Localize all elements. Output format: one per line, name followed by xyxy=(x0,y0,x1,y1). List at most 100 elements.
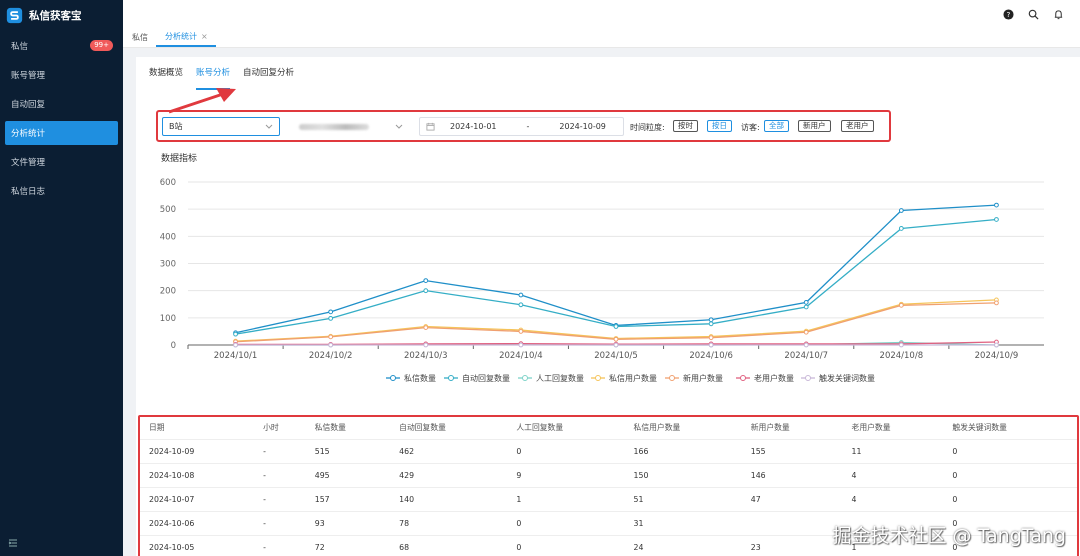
date-range-picker[interactable]: 2024-10-01 - 2024-10-09 xyxy=(419,117,624,136)
sidebar-item-label: 私信 xyxy=(11,42,29,52)
brand: 私信获客宝 xyxy=(0,0,123,30)
help-icon[interactable]: ? xyxy=(1003,9,1014,20)
table-cell: 11 xyxy=(842,439,944,464)
sidebar-item-message-log[interactable]: 私信日志 xyxy=(5,179,118,203)
table-row: 2024-10-09-515 462 0 166 155 11 0 xyxy=(140,439,1077,464)
column-header[interactable]: 人工回复数量 xyxy=(507,417,625,440)
table-cell: 495 xyxy=(305,463,391,488)
x-tick-label: 2024/10/4 xyxy=(499,351,543,361)
data-point xyxy=(613,342,619,348)
series-line xyxy=(235,204,997,334)
column-header[interactable]: 新用户数量 xyxy=(741,417,843,440)
visitor-all-button[interactable]: 全部 xyxy=(764,120,789,132)
x-tick-label: 2024/10/1 xyxy=(214,351,258,361)
table-header-row: 日期 小时 私信数量 自动回复数量 人工回复数量 私信用户数量 新用户数量 老用户数量 触发关键… xyxy=(140,417,1077,440)
sidebar-item-auto-reply[interactable]: 自动回复 xyxy=(5,92,118,116)
data-point xyxy=(518,329,524,334)
sidebar-item-files[interactable]: 文件管理 xyxy=(5,150,118,174)
sidebar-item-label: 账号管理 xyxy=(11,71,46,81)
data-point xyxy=(708,335,714,341)
chevron-down-icon xyxy=(265,124,273,129)
data-point xyxy=(898,208,904,213)
sidebar-item-messages[interactable]: 私信 99+ xyxy=(5,34,118,58)
data-point xyxy=(613,336,619,342)
legend-label: 老用户数量 xyxy=(754,373,794,383)
column-header[interactable]: 私信用户数量 xyxy=(624,417,742,440)
table-cell: 515 xyxy=(305,439,391,464)
data-point xyxy=(423,278,429,284)
svg-text:?: ? xyxy=(1007,10,1011,19)
topbar: ? xyxy=(123,0,1080,30)
data-point xyxy=(518,302,524,308)
y-tick-label: 600 xyxy=(160,178,176,188)
data-point xyxy=(994,202,999,208)
column-header[interactable]: 自动回复数量 xyxy=(390,417,508,440)
analytics-card: 数据概览 账号分析 自动回复分析 B站 2024-10-01 - 2024-10… xyxy=(136,57,1080,556)
account-value-blurred xyxy=(299,123,369,130)
data-point xyxy=(328,334,334,340)
account-select[interactable] xyxy=(292,117,410,136)
legend-label: 触发关键词数量 xyxy=(819,373,875,383)
data-point xyxy=(328,342,334,348)
data-point xyxy=(233,331,238,337)
date-start[interactable]: 2024-10-01 xyxy=(450,122,497,131)
table-cell: 0 xyxy=(507,439,625,464)
table-row: 2024-10-07-157 140 1 51 47 4 0 xyxy=(140,487,1077,512)
search-icon[interactable] xyxy=(1028,9,1039,20)
table-cell: 2024-10-05 xyxy=(140,535,255,556)
table-cell: 72 xyxy=(305,535,391,556)
legend-label: 新用户数量 xyxy=(683,373,723,383)
data-point xyxy=(423,325,429,331)
column-header[interactable]: 小时 xyxy=(254,417,306,440)
table-cell: - xyxy=(254,463,306,488)
date-end[interactable]: 2024-10-09 xyxy=(559,122,606,131)
page-tab-private-message[interactable]: 私信 xyxy=(123,32,156,47)
platform-select[interactable]: B站 xyxy=(162,117,280,136)
table-cell: 78 xyxy=(390,511,508,536)
granularity-hour-button[interactable]: 按时 xyxy=(673,120,698,132)
y-tick-label: 500 xyxy=(160,205,176,215)
page-tab-analytics[interactable]: 分析统计 × xyxy=(156,31,216,47)
bell-icon[interactable] xyxy=(1053,9,1064,20)
sidebar-item-label: 文件管理 xyxy=(11,158,46,168)
data-point xyxy=(898,226,904,231)
x-tick-label: 2024/10/3 xyxy=(404,351,448,361)
x-tick-label: 2024/10/7 xyxy=(784,351,828,361)
column-header[interactable]: 私信数量 xyxy=(305,417,391,440)
data-point xyxy=(803,299,809,305)
column-header[interactable]: 触发关键词数量 xyxy=(943,417,1077,440)
line-chart-svg: 0 100 200 300 400 500 600 2024/10/1 2024/10/2 202… xyxy=(160,178,1044,383)
close-icon[interactable]: × xyxy=(201,32,208,41)
visitor-old-button[interactable]: 老用户 xyxy=(841,120,874,132)
sidebar-item-accounts[interactable]: 账号管理 xyxy=(5,63,118,87)
chevron-down-icon xyxy=(395,124,403,129)
table-cell: 429 xyxy=(390,463,508,488)
table-cell: 150 xyxy=(624,463,742,488)
data-point xyxy=(423,342,429,348)
data-point xyxy=(994,300,999,306)
data-point xyxy=(518,292,524,298)
sidebar-item-analytics[interactable]: 分析统计 xyxy=(5,121,118,145)
legend-label: 人工回复数量 xyxy=(536,373,584,383)
table-cell: 4 xyxy=(842,487,944,512)
platform-value: B站 xyxy=(169,122,183,131)
x-tick-label: 2024/10/6 xyxy=(689,351,733,361)
data-point xyxy=(518,342,524,348)
table-cell: 155 xyxy=(741,439,843,464)
table-row: 2024-10-08-495 429 9 150 146 4 0 xyxy=(140,463,1077,488)
visitor-new-button[interactable]: 新用户 xyxy=(798,120,831,132)
table-cell: 0 xyxy=(943,439,1077,464)
table-cell: 24 xyxy=(624,535,742,556)
table-cell: 2024-10-08 xyxy=(140,463,255,488)
collapse-menu-icon[interactable] xyxy=(8,538,18,548)
data-point xyxy=(898,342,904,348)
x-tick-label: 2024/10/8 xyxy=(880,351,924,361)
granularity-day-button[interactable]: 按日 xyxy=(707,120,732,132)
column-header[interactable]: 老用户数量 xyxy=(842,417,944,440)
calendar-icon xyxy=(426,122,435,131)
app-name: 私信获客宝 xyxy=(29,9,82,22)
y-tick-label: 200 xyxy=(160,287,176,297)
granularity-label: 时间粒度: xyxy=(630,123,665,132)
column-header[interactable]: 日期 xyxy=(140,417,255,440)
subtab-auto-reply-analysis[interactable]: 自动回复分析 xyxy=(243,66,307,90)
